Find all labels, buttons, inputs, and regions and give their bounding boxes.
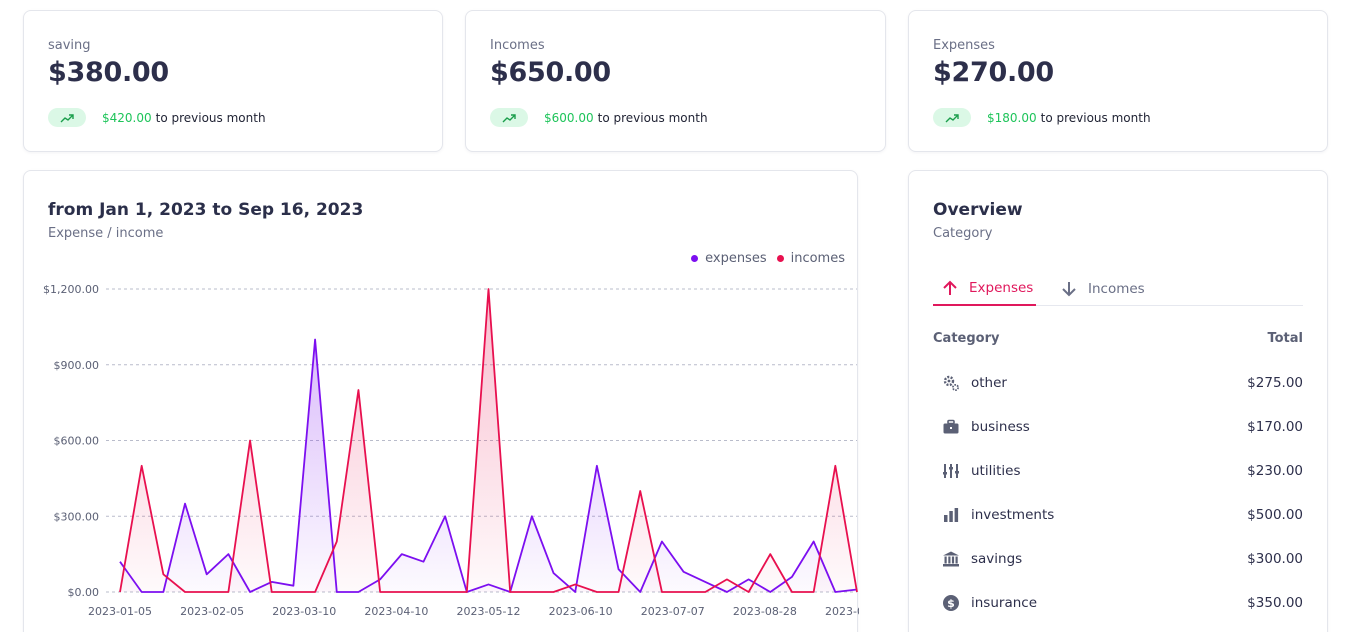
trend-up-icon [48,108,86,127]
chart-subtitle: Expense / income [48,226,164,241]
saving-card: saving $380.00 $420.00 to previous month [23,10,443,152]
legend-expenses[interactable]: expenses [691,251,767,266]
incomes-area [120,289,857,592]
x-tick-label: 2023-09-13 [825,605,859,618]
legend-incomes-label: incomes [790,251,845,266]
arrow-down-icon [1062,281,1076,296]
chart-legend: expenses incomes [681,251,845,266]
sliders-icon [941,461,961,481]
y-tick-label: $0.00 [68,586,100,599]
table-row[interactable]: investments $500.00 [933,493,1303,537]
x-tick-label: 2023-08-28 [733,605,797,618]
x-tick-label: 2023-04-10 [364,605,428,618]
saving-label: saving [48,38,91,53]
category-name: insurance [971,595,1038,611]
category-name: savings [971,551,1023,567]
category-name: utilities [971,463,1021,479]
legend-incomes[interactable]: incomes [776,251,845,266]
overview-card: Overview Category Expenses Incomes Categ… [908,170,1328,632]
saving-delta-suffix: to previous month [155,110,266,125]
legend-expenses-dot [691,255,699,262]
incomes-amount: $650.00 [490,57,611,88]
category-total: $500.00 [1247,507,1303,523]
category-name: investments [971,507,1055,523]
incomes-card: Incomes $650.00 $600.00 to previous mont… [465,10,886,152]
category-list: other $275.00 business $170.00 utilities… [933,361,1303,625]
y-tick-label: $900.00 [54,359,100,372]
legend-expenses-label: expenses [705,251,767,266]
expenses-amount: $270.00 [933,57,1054,88]
saving-trend: $420.00 to previous month [48,108,266,127]
x-tick-label: 2023-07-07 [641,605,705,618]
category-name: business [971,419,1030,435]
overview-subtitle: Category [933,226,993,241]
arrow-up-icon [943,280,957,295]
tab-incomes[interactable]: Incomes [1060,271,1145,306]
x-tick-label: 2023-03-10 [272,605,336,618]
expenses-trend: $180.00 to previous month [933,108,1151,127]
expenses-card: Expenses $270.00 $180.00 to previous mon… [908,10,1328,152]
bar-chart-icon [941,505,961,525]
y-tick-label: $300.00 [54,510,100,523]
expense-income-chart-card: $0.00 $300.00 $600.00 $900.00 $1,200.00 2023-… [23,170,859,632]
svg-text:$: $ [947,597,955,610]
overview-title: Overview [933,200,1023,220]
category-total: $170.00 [1247,419,1303,435]
table-row[interactable]: other $275.00 [933,361,1303,405]
legend-incomes-dot [776,255,784,262]
table-row[interactable]: savings $300.00 [933,537,1303,581]
category-total: $350.00 [1247,595,1303,611]
category-table-header: Category Total [933,331,1303,346]
y-tick-label: $1,200.00 [43,283,99,296]
trend-up-icon [933,108,971,127]
trend-up-icon [490,108,528,127]
dollar-circle-icon: $ [941,593,961,613]
chart-title: from Jan 1, 2023 to Sep 16, 2023 [48,200,364,220]
tab-expenses[interactable]: Expenses [933,271,1036,306]
saving-amount: $380.00 [48,57,169,88]
table-row[interactable]: $ insurance $350.00 [933,581,1303,625]
expenses-delta-suffix: to previous month [1040,110,1151,125]
x-tick-label: 2023-02-05 [180,605,244,618]
category-total: $300.00 [1247,551,1303,567]
saving-delta: $420.00 [102,110,152,125]
category-total: $275.00 [1247,375,1303,391]
x-tick-label: 2023-05-12 [457,605,521,618]
bank-icon [941,549,961,569]
expenses-label: Expenses [933,38,995,53]
overview-tabs: Expenses Incomes [933,271,1303,306]
expenses-delta: $180.00 [987,110,1037,125]
x-tick-label: 2023-06-10 [549,605,613,618]
column-total: Total [1267,331,1303,346]
incomes-delta-suffix: to previous month [597,110,708,125]
tab-expenses-label: Expenses [969,279,1034,296]
y-tick-label: $600.00 [54,435,100,448]
incomes-delta: $600.00 [544,110,594,125]
incomes-label: Incomes [490,38,545,53]
category-total: $230.00 [1247,463,1303,479]
table-row[interactable]: business $170.00 [933,405,1303,449]
category-name: other [971,375,1007,391]
table-row[interactable]: utilities $230.00 [933,449,1303,493]
incomes-trend: $600.00 to previous month [490,108,708,127]
briefcase-icon [941,417,961,437]
gears-icon [941,373,961,393]
tab-incomes-label: Incomes [1088,280,1145,297]
x-tick-label: 2023-01-05 [88,605,152,618]
column-category: Category [933,331,1000,346]
